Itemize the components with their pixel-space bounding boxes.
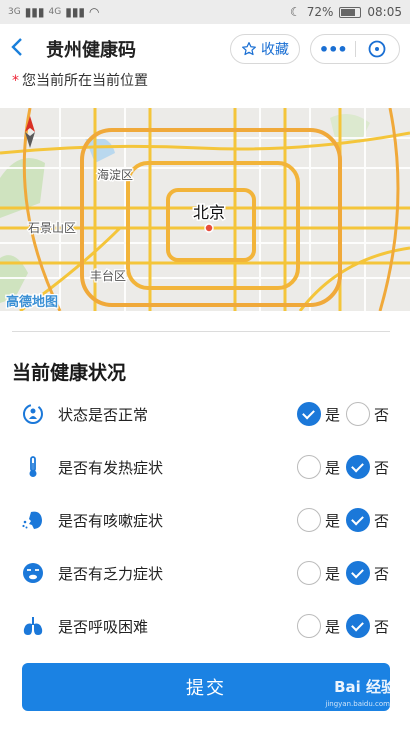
- favorite-label: 收藏: [261, 42, 289, 58]
- close-button[interactable]: [356, 35, 400, 63]
- chevron-left-icon: [11, 37, 22, 56]
- close-circle-icon: [368, 40, 386, 58]
- no-option[interactable]: 否: [345, 455, 395, 479]
- moon-icon: ☾: [289, 5, 301, 19]
- radio-checked[interactable]: [345, 508, 370, 532]
- health-row-fatigue: 是否有乏力症状 是 否: [20, 555, 395, 591]
- radio-checked[interactable]: [296, 402, 321, 426]
- yes-option[interactable]: 是: [296, 402, 346, 426]
- person-refresh-icon: [20, 401, 46, 427]
- cough-icon: [20, 507, 46, 533]
- question-label: 是否有发热症状: [58, 458, 164, 477]
- cellular-signal-icon-2: 4G: [48, 7, 62, 17]
- watermark-brand: Bai 经验: [334, 678, 396, 696]
- mini-program-capsule: •••: [310, 34, 400, 64]
- more-button[interactable]: •••: [311, 35, 355, 63]
- health-row-fever: 是否有发热症状 是 否: [20, 449, 395, 485]
- question-label: 状态是否正常: [58, 405, 149, 424]
- map-district-label: 海淀区: [97, 167, 133, 182]
- health-row-normal: 状态是否正常 是 否: [20, 396, 395, 432]
- radio-unchecked[interactable]: [296, 561, 321, 585]
- yes-option[interactable]: 是: [296, 614, 346, 638]
- map-district-label: 丰台区: [90, 268, 126, 283]
- status-bar: 3G ▮▮▮ 4G ▮▮▮ ◠ ☾ 72% 08:05: [0, 0, 410, 24]
- favorite-button[interactable]: 收藏: [230, 34, 300, 64]
- section-title: 当前健康状况: [12, 362, 127, 384]
- map-district-label: 石景山区: [28, 221, 76, 235]
- tired-face-icon: [20, 560, 46, 586]
- radio-checked[interactable]: [345, 614, 370, 638]
- yes-option[interactable]: 是: [296, 455, 346, 479]
- star-icon: [242, 42, 256, 56]
- back-button[interactable]: [10, 37, 36, 62]
- question-label: 是否有咳嗽症状: [58, 511, 164, 530]
- watermark-url: jingyan.baidu.com: [325, 700, 390, 708]
- radio-unchecked[interactable]: [345, 402, 370, 426]
- no-option[interactable]: 否: [345, 508, 395, 532]
- health-row-cough: 是否有咳嗽症状 是 否: [20, 502, 395, 538]
- map-attribution: 高德地图: [6, 294, 58, 310]
- yes-option[interactable]: 是: [296, 508, 346, 532]
- radio-unchecked[interactable]: [296, 455, 321, 479]
- radio-unchecked[interactable]: [296, 614, 321, 638]
- location-map[interactable]: 北京 海淀区 石景山区 丰台区 高德地图: [0, 108, 410, 311]
- no-option[interactable]: 否: [345, 402, 395, 426]
- cellular-signal-icon: 3G: [8, 7, 21, 17]
- yes-option[interactable]: 是: [296, 561, 346, 585]
- battery-icon: [339, 6, 362, 18]
- page-title: 贵州健康码: [46, 40, 136, 61]
- wifi-icon: ◠: [89, 5, 100, 19]
- lungs-icon: [20, 613, 46, 639]
- more-dots-icon: •••: [318, 39, 348, 59]
- divider: [12, 331, 390, 332]
- question-label: 是否有乏力症状: [58, 564, 164, 583]
- health-row-breathing: 是否呼吸困难 是 否: [20, 608, 395, 644]
- clock: 08:05: [367, 5, 402, 19]
- nav-bar: 贵州健康码 收藏 •••: [0, 24, 410, 74]
- thermometer-icon: [20, 454, 46, 480]
- map-canvas: 北京 海淀区 石景山区 丰台区 高德地图: [0, 108, 410, 311]
- radio-checked[interactable]: [345, 561, 370, 585]
- radio-checked[interactable]: [345, 455, 370, 479]
- question-label: 是否呼吸困难: [58, 617, 149, 636]
- battery-percentage: 72%: [306, 5, 334, 19]
- map-city-label: 北京: [193, 203, 225, 222]
- radio-unchecked[interactable]: [296, 508, 321, 532]
- no-option[interactable]: 否: [345, 561, 395, 585]
- watermark: Bai 经验: [334, 676, 396, 697]
- location-note: * 您当前所在当前位置: [12, 73, 148, 89]
- no-option[interactable]: 否: [345, 614, 395, 638]
